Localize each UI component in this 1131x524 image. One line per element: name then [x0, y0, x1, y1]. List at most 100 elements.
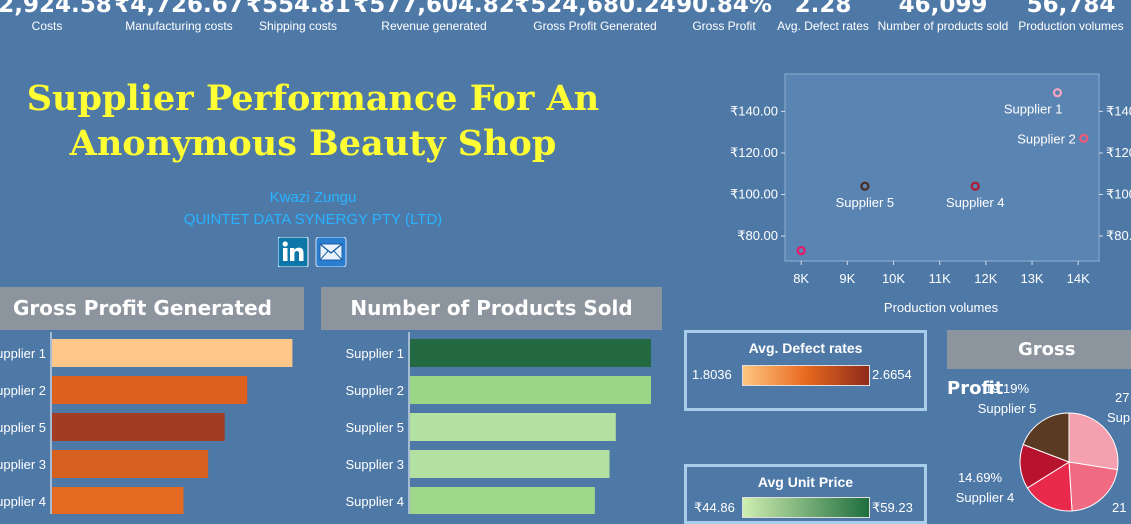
panel-title: Gross Profit Generated — [13, 296, 272, 320]
y2-tick-label: ₹120.00 — [1106, 145, 1131, 160]
scatter-point-label: Supplier 1 — [1004, 102, 1063, 117]
x-tick-label: 12K — [974, 271, 997, 286]
pie-label-name: Supplier 4 — [956, 490, 1015, 505]
kpi-costs: 52,924.58 Costs — [0, 0, 122, 33]
kpi-gross-profit-generated: ₹524,680.24 Gross Profit Generated — [513, 0, 677, 33]
scatter-chart: ₹80.00 ₹80.00 ₹100.00 ₹100.00 ₹120.00 ₹120.00… — [730, 73, 1131, 315]
kpi-label: Gross Profit — [692, 19, 756, 33]
scatter-point-label: Supplier 4 — [946, 195, 1005, 210]
defect-rate-legend: Avg. Defect rates 1.8036 2.6654 — [684, 330, 927, 411]
kpi-defect-rates: 2.28 Avg. Defect rates — [773, 0, 873, 33]
kpi-value: 90.84% — [676, 0, 772, 18]
bar — [410, 376, 651, 404]
bar-category-label: Supplier 4 — [345, 494, 404, 509]
pie-label-pct: 19.19% — [985, 381, 1030, 396]
unit-price-legend: Avg Unit Price ₹44.86 ₹59.23 — [684, 464, 927, 524]
legend-min: 1.8036 — [692, 367, 732, 382]
bar-category-label: Supplier 1 — [0, 346, 46, 361]
unit-price-color-ramp — [742, 497, 870, 518]
kpi-label: Production volumes — [1018, 19, 1124, 33]
kpi-value: ₹577,604.82 — [353, 0, 515, 18]
pie-slice — [1068, 461, 1118, 512]
bar-category-label: Supplier 1 — [345, 346, 404, 361]
defect-color-ramp — [742, 365, 870, 386]
bar-category-label: Supplier 5 — [0, 420, 46, 435]
y-tick-label: ₹80.00 — [737, 228, 778, 243]
bar — [52, 487, 184, 514]
kpi-value: 46,099 — [898, 0, 988, 18]
kpi-value: ₹554.81 — [246, 0, 351, 18]
author-name: Kwazi Zungu — [269, 189, 357, 206]
bar-category-label: Supplier 3 — [0, 457, 46, 472]
bar-category-label: Supplier 4 — [0, 494, 46, 509]
pie-label-pct: 27 — [1115, 390, 1129, 405]
kpi-label: Manufacturing costs — [125, 19, 233, 33]
mail-icon[interactable] — [315, 236, 347, 268]
pie-label-name: Supplier 5 — [978, 401, 1037, 416]
social-icons — [277, 236, 348, 268]
pie-label-pct: 14.69% — [958, 470, 1003, 485]
x-tick-label: 14K — [1067, 271, 1090, 286]
kpi-label: Costs — [31, 19, 63, 33]
pie-label-pct: 21 — [1112, 500, 1126, 514]
x-tick-label: 10K — [882, 271, 905, 286]
y-tick-label: ₹120.00 — [730, 145, 778, 160]
bar — [410, 339, 651, 367]
bar — [52, 376, 248, 404]
bar — [52, 339, 293, 367]
kpi-label: Revenue generated — [381, 19, 487, 33]
bar-category-label: Supplier 2 — [345, 383, 404, 398]
bar-chart-products-sold: Supplier 1 Supplier 2 Supplier 5 Supplier 3… — [345, 332, 651, 514]
author-block: Kwazi Zungu QUINTET DATA SYNERGY PTY (LT… — [0, 187, 626, 231]
kpi-value: ₹4,726.67 — [114, 0, 244, 18]
bar — [410, 450, 610, 478]
y2-tick-label: ₹80.00 — [1106, 228, 1131, 243]
dashboard-title: Supplier Performance For An Anonymous Be… — [26, 78, 600, 164]
kpi-value: 2.28 — [794, 0, 852, 18]
legend-title: Avg Unit Price — [757, 474, 854, 490]
kpi-products-sold: 46,099 Number of products sold — [873, 0, 1013, 33]
kpi-label: Avg. Defect rates — [777, 19, 869, 33]
x-tick-label: 11K — [929, 271, 951, 286]
y2-tick-label: ₹140.00 — [1106, 103, 1131, 118]
bar — [410, 413, 616, 441]
y-tick-label: ₹140.00 — [730, 103, 778, 118]
bar — [52, 413, 225, 441]
kpi-value: 56,784 — [1026, 0, 1116, 18]
panel-header-gross-profit-pie: Gross Profit — [947, 330, 1131, 399]
y2-tick-label: ₹100.00 — [1106, 187, 1131, 202]
kpi-label: Number of products sold — [877, 19, 1009, 33]
pie-label-name: Sup — [1107, 410, 1130, 425]
pie-chart-gross-profit: 19.19% Supplier 5 14.69% Supplier 4 27 Sup 21 — [956, 381, 1130, 514]
kpi-shipping-costs: ₹554.81 Shipping costs — [246, 0, 351, 33]
legend-max: 2.6654 — [872, 367, 912, 382]
kpi-strip: 52,924.58 Costs ₹4,726.67 Manufacturing … — [0, 0, 1131, 40]
bar-category-label: Supplier 3 — [345, 457, 404, 472]
bar-chart-gross-profit-generated: Supplier 1 Supplier 2 Supplier 5 Supplier 3… — [0, 332, 293, 514]
bar — [410, 487, 595, 514]
kpi-manufacturing-costs: ₹4,726.67 Manufacturing costs — [110, 0, 248, 33]
kpi-label: Shipping costs — [258, 19, 338, 33]
scatter-point-label: Supplier 5 — [836, 195, 895, 210]
scatter-point-label: Supplier 2 — [1017, 131, 1076, 146]
panel-title: Number of Products Sold — [350, 296, 633, 320]
x-tick-label: 9K — [839, 271, 855, 286]
bar-category-label: Supplier 5 — [345, 420, 404, 435]
panel-header-products-sold: Number of Products Sold — [321, 287, 662, 330]
kpi-gross-profit: 90.84% Gross Profit — [672, 0, 776, 33]
scatter-x-axis-label: Production volumes — [884, 300, 999, 315]
x-tick-label: 13K — [1020, 271, 1043, 286]
kpi-value: 52,924.58 — [0, 0, 112, 18]
kpi-label: Gross Profit Generated — [533, 19, 657, 33]
panel-header-gross-profit-generated: Gross Profit Generated — [0, 287, 304, 330]
kpi-production-volumes: 56,784 Production volumes — [1013, 0, 1129, 33]
legend-title: Avg. Defect rates — [748, 340, 863, 356]
kpi-revenue: ₹577,604.82 Revenue generated — [352, 0, 516, 33]
bar-category-label: Supplier 2 — [0, 383, 46, 398]
y-tick-label: ₹100.00 — [730, 187, 778, 202]
kpi-value: ₹524,680.24 — [514, 0, 676, 18]
linkedin-icon[interactable] — [277, 236, 309, 268]
author-company: QUINTET DATA SYNERGY PTY (LTD) — [183, 211, 443, 228]
bar — [52, 450, 209, 478]
x-tick-label: 8K — [793, 271, 809, 286]
